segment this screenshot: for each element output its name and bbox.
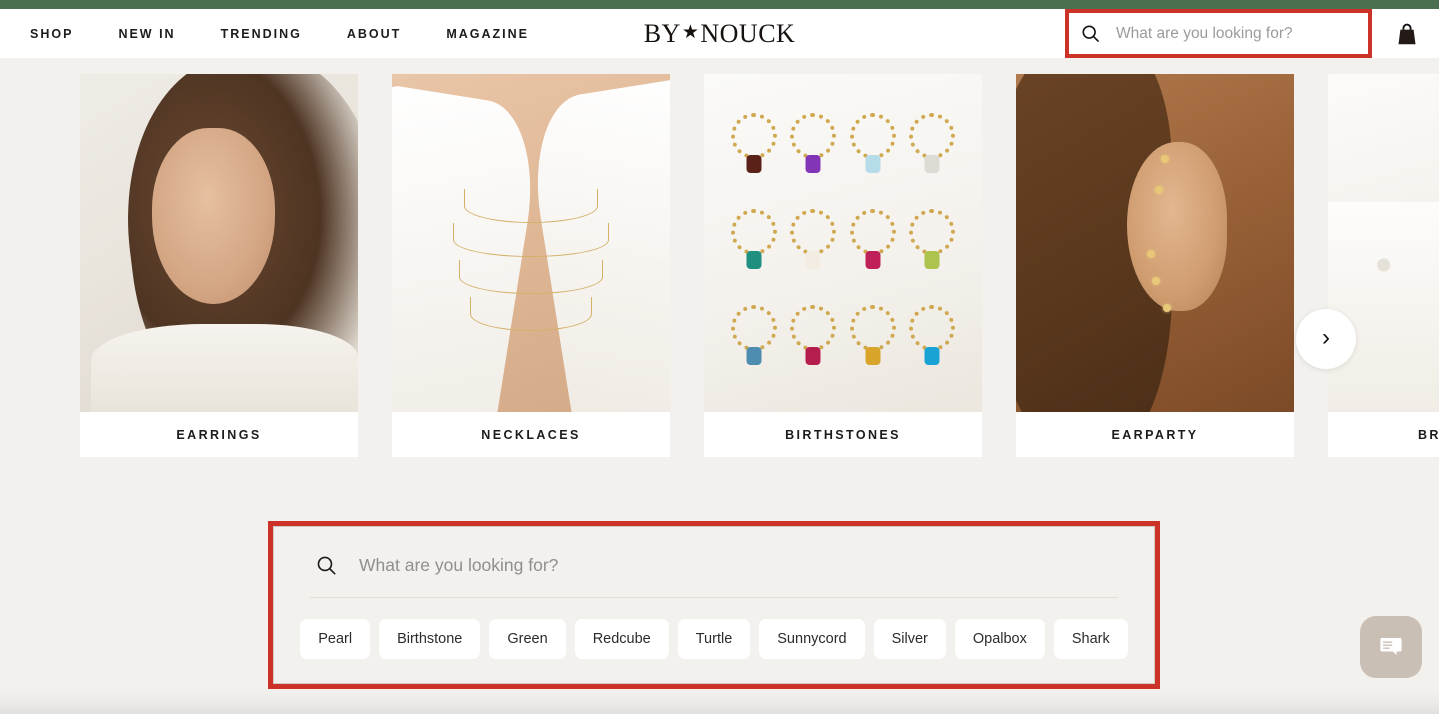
carousel-next-button[interactable]: › — [1296, 309, 1356, 369]
tag-chip-pearl[interactable]: Pearl — [300, 618, 371, 659]
tag-chip-turtle[interactable]: Turtle — [677, 618, 751, 659]
nav-item-shop[interactable]: SHOP — [30, 21, 95, 47]
site-logo[interactable]: BY ★ NOUCK — [644, 19, 796, 49]
nav-item-new-in[interactable]: NEW IN — [118, 21, 197, 47]
tag-chip-redcube[interactable]: Redcube — [574, 618, 669, 659]
category-carousel: EARRINGS NECKLACES BIRTHSTONES EARPARTY … — [0, 74, 1439, 457]
category-image-earrings — [80, 74, 358, 412]
star-icon: ★ — [681, 22, 700, 43]
category-label: EARRINGS — [80, 412, 358, 457]
header-search-input[interactable] — [1116, 24, 1356, 43]
category-label: NECKLACES — [392, 412, 670, 457]
header-search-box[interactable] — [1065, 9, 1372, 58]
tag-chip-shark[interactable]: Shark — [1053, 618, 1128, 659]
panel-search-input[interactable] — [359, 554, 1128, 576]
category-card-birthstones[interactable]: BIRTHSTONES — [704, 74, 982, 457]
search-icon — [1081, 24, 1100, 43]
main-navigation: SHOP NEW IN TRENDING ABOUT MAGAZINE — [0, 21, 551, 47]
search-icon — [316, 555, 337, 576]
tag-chip-silver[interactable]: Silver — [873, 618, 946, 659]
nav-item-magazine[interactable]: MAGAZINE — [446, 21, 551, 47]
suggested-tags: Pearl Birthstone Green Redcube Turtle Su… — [300, 598, 1128, 683]
announcement-bar — [0, 0, 1439, 9]
nav-item-trending[interactable]: TRENDING — [221, 21, 324, 47]
category-label: BRACELETS — [1328, 412, 1439, 457]
shopping-bag-icon[interactable] — [1396, 22, 1418, 46]
category-image-earparty — [1016, 74, 1294, 412]
nav-item-about[interactable]: ABOUT — [347, 21, 423, 47]
tag-chip-green[interactable]: Green — [489, 618, 566, 659]
category-card-earrings[interactable]: EARRINGS — [80, 74, 358, 457]
tag-chip-sunnycord[interactable]: Sunnycord — [759, 618, 865, 659]
tag-chip-birthstone[interactable]: Birthstone — [379, 618, 481, 659]
category-card-earparty[interactable]: EARPARTY — [1016, 74, 1294, 457]
chat-bubble-icon — [1376, 631, 1406, 664]
category-card-bracelets[interactable]: BRACELETS — [1328, 74, 1439, 457]
chat-launcher-button[interactable] — [1360, 616, 1422, 678]
category-label: EARPARTY — [1016, 412, 1294, 457]
search-suggestions-panel: Pearl Birthstone Green Redcube Turtle Su… — [268, 521, 1160, 689]
category-label: BIRTHSTONES — [704, 412, 982, 457]
category-image-necklaces — [392, 74, 670, 412]
category-card-necklaces[interactable]: NECKLACES — [392, 74, 670, 457]
page-root: SHOP NEW IN TRENDING ABOUT MAGAZINE BY ★… — [0, 0, 1439, 714]
tag-chip-opalbox[interactable]: Opalbox — [954, 618, 1045, 659]
category-image-birthstones — [704, 74, 982, 412]
page-bottom-edge — [0, 690, 1439, 714]
panel-search-row[interactable] — [300, 527, 1128, 597]
logo-prefix: BY — [643, 18, 681, 48]
logo-suffix: NOUCK — [700, 18, 796, 48]
